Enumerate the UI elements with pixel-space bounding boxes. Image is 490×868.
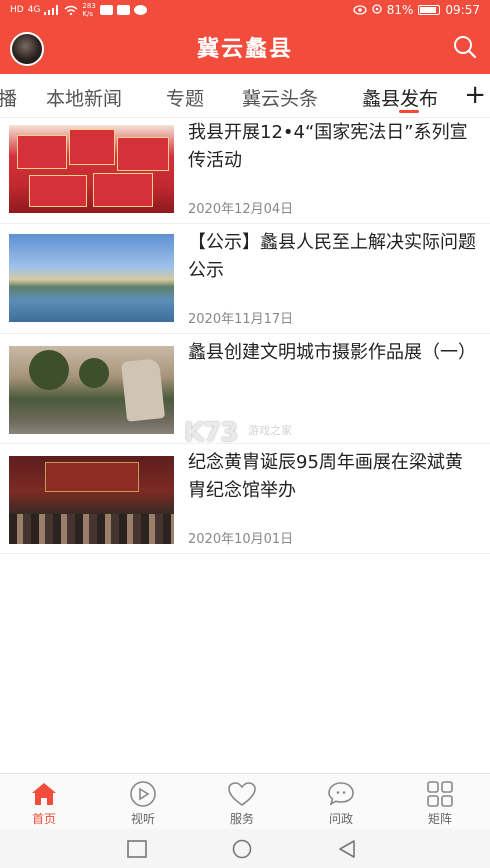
- net-speed: 283 K/s: [82, 2, 96, 18]
- tab-jiyun-headlines[interactable]: 冀云头条: [242, 84, 318, 111]
- watermark-k73: K73: [184, 418, 238, 448]
- news-thumbnail-exhibition-hall: [9, 456, 174, 544]
- home-icon: [32, 783, 56, 805]
- news-item[interactable]: 纪念黄胄诞辰95周年画展在梁斌黄胄纪念馆举办 2020年10月01日: [0, 448, 490, 554]
- news-date: 2020年10月01日: [188, 532, 294, 547]
- network-indicator: 4G: [27, 4, 41, 15]
- active-tab-indicator: [399, 110, 419, 113]
- play-icon: [130, 781, 156, 807]
- nav-inquiry[interactable]: 问政: [311, 780, 371, 827]
- nav-inquiry-label: 问政: [328, 812, 353, 826]
- nav-matrix[interactable]: 矩阵: [410, 780, 470, 827]
- browser-notification-icon: [133, 5, 147, 15]
- news-thumbnail-park-stone: [9, 346, 174, 434]
- home-button-icon[interactable]: [231, 839, 253, 859]
- back-button-icon[interactable]: [336, 839, 358, 859]
- category-tabs: 播 本地新闻 专题 冀云头条 蠡县发布 +: [0, 74, 490, 118]
- news-thumbnail-lake-landscape: [9, 234, 174, 322]
- news-date: 2020年12月04日: [188, 202, 294, 217]
- status-time: 09:57: [445, 3, 480, 17]
- recent-apps-icon[interactable]: [126, 839, 148, 859]
- news-thumbnail-constitution-books: [9, 125, 174, 213]
- add-tab-button[interactable]: +: [464, 80, 486, 110]
- news-date: 2020年11月17日: [188, 312, 294, 327]
- tab-lixian-release[interactable]: 蠡县发布: [362, 84, 438, 111]
- battery-icon: [418, 5, 441, 15]
- video-notification-icon: [116, 5, 130, 15]
- tab-topics[interactable]: 专题: [166, 84, 204, 111]
- nav-services-label: 服务: [229, 812, 254, 826]
- search-icon[interactable]: [452, 34, 478, 60]
- app-header: 冀云蠡县: [0, 20, 490, 74]
- nav-services[interactable]: 服务: [212, 780, 272, 827]
- grid-icon: [427, 781, 453, 807]
- watermark-text: 游戏之家: [248, 424, 292, 437]
- watermark-logo: K73 游戏之家: [184, 418, 304, 454]
- status-right: 81% 09:57: [353, 3, 480, 17]
- location-icon: [372, 4, 382, 14]
- wifi-icon: [64, 5, 78, 15]
- heart-icon: [228, 782, 256, 806]
- bottom-navigation: 首页 视听 服务 问政 矩阵: [0, 773, 490, 829]
- nav-audio-video[interactable]: 视听: [113, 780, 173, 827]
- news-headline: 【公示】蠡县人民至上解决实际问题公示: [188, 232, 476, 281]
- signal-icon: [44, 5, 59, 15]
- app-title: 冀云蠡县: [196, 37, 293, 62]
- news-headline: 我县开展12•4“国家宪法日”系列宣传活动: [188, 122, 468, 171]
- news-item[interactable]: 【公示】蠡县人民至上解决实际问题公示 2020年11月17日: [0, 228, 490, 334]
- user-avatar[interactable]: [10, 32, 44, 66]
- nav-matrix-label: 矩阵: [427, 812, 452, 826]
- battery-percent: 81%: [386, 3, 414, 17]
- nav-audio-video-label: 视听: [130, 812, 155, 826]
- nav-home[interactable]: 首页: [14, 780, 74, 827]
- hd-badge: HD: [10, 4, 24, 15]
- status-bar: HD 4G 283 K/s 81% 09:57: [0, 0, 490, 20]
- status-left: HD 4G 283 K/s: [10, 2, 147, 18]
- news-headline: 蠡县创建文明城市摄影作品展（一）: [188, 342, 476, 363]
- chat-icon: [328, 782, 354, 806]
- eye-icon: [353, 5, 367, 15]
- tab-broadcast[interactable]: 播: [0, 84, 17, 111]
- news-headline: 纪念黄胄诞辰95周年画展在梁斌黄胄纪念馆举办: [188, 452, 463, 501]
- tab-local-news[interactable]: 本地新闻: [46, 84, 122, 111]
- news-item[interactable]: 我县开展12•4“国家宪法日”系列宣传活动 2020年12月04日: [0, 118, 490, 224]
- nav-home-label: 首页: [31, 812, 56, 826]
- system-navigation-bar: [0, 829, 490, 868]
- app-notification-icon: [99, 5, 113, 15]
